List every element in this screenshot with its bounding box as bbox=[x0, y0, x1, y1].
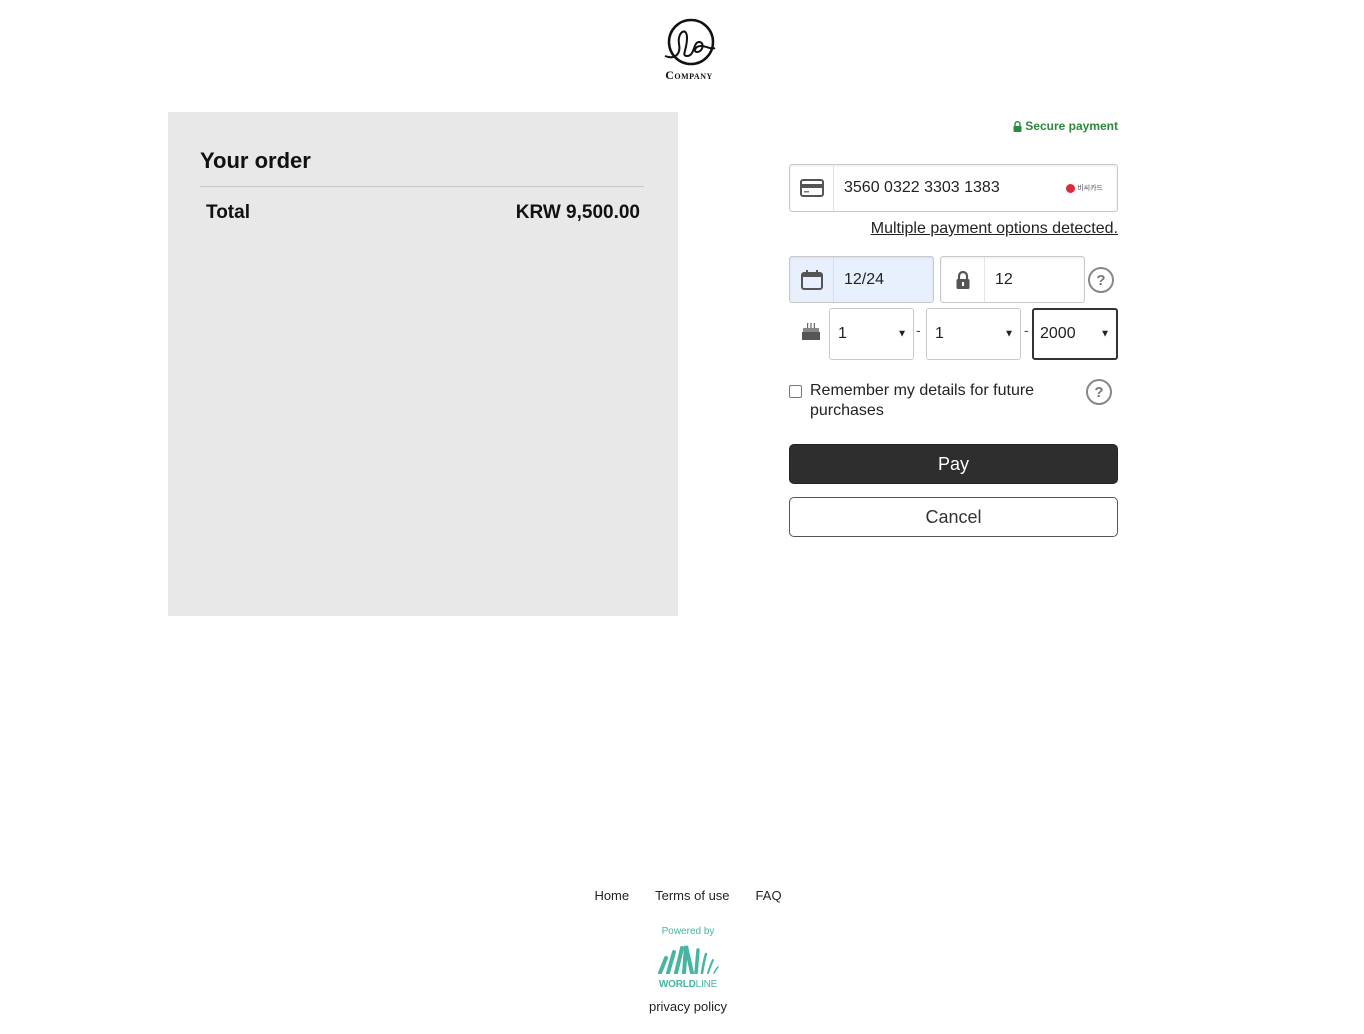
cvv-field[interactable]: 12 bbox=[940, 256, 1085, 303]
expiry-date-field[interactable]: 12/24 bbox=[789, 256, 934, 303]
company-logo: Company bbox=[648, 16, 730, 88]
lock-icon bbox=[1013, 120, 1022, 132]
birthday-cake-icon bbox=[801, 323, 821, 346]
cvv-input[interactable]: 12 bbox=[985, 271, 1084, 289]
credit-card-icon bbox=[790, 165, 834, 211]
dropdown-arrow-icon: ▼ bbox=[1004, 328, 1014, 340]
remember-details-option[interactable]: Remember my details for future purchases bbox=[789, 381, 1069, 421]
card-number-input[interactable]: 3560 0322 3303 1383 bbox=[834, 179, 1066, 197]
dropdown-arrow-icon: ▼ bbox=[897, 328, 907, 340]
footer-link-terms[interactable]: Terms of use bbox=[655, 888, 729, 903]
birth-month-select[interactable]: 1 ▼ bbox=[926, 308, 1021, 360]
birth-day-value: 1 bbox=[838, 325, 847, 342]
worldline-wordmark: WORLDLINE bbox=[654, 979, 722, 990]
worldline-logo: WORLDLINE bbox=[654, 944, 722, 990]
worldline-thin: LINE bbox=[695, 979, 718, 990]
expiry-date-input[interactable]: 12/24 bbox=[834, 271, 933, 289]
total-label: Total bbox=[206, 202, 250, 223]
powered-by-label: Powered by bbox=[661, 926, 715, 937]
secure-payment-badge: Secure payment bbox=[1013, 119, 1118, 133]
footer-link-faq[interactable]: FAQ bbox=[756, 888, 782, 903]
worldline-bold: WORLD bbox=[658, 979, 696, 990]
lock-icon bbox=[941, 257, 985, 302]
order-title: Your order bbox=[200, 148, 311, 173]
multiple-payment-options-link[interactable]: Multiple payment options detected. bbox=[871, 220, 1118, 238]
dropdown-arrow-icon: ▼ bbox=[1100, 328, 1110, 340]
remember-help-icon[interactable]: ? bbox=[1086, 379, 1112, 405]
birth-day-select[interactable]: 1 ▼ bbox=[829, 308, 914, 360]
remember-label: Remember my details for future purchases bbox=[810, 382, 1035, 419]
birth-year-select[interactable]: 2000 ▼ bbox=[1032, 308, 1118, 360]
secure-payment-label: Secure payment bbox=[1025, 119, 1118, 133]
footer-nav: Home Terms of use FAQ bbox=[0, 888, 1364, 903]
total-value: KRW 9,500.00 bbox=[515, 202, 640, 223]
order-summary-panel: Your order Total KRW 9,500.00 bbox=[168, 112, 678, 616]
order-divider bbox=[200, 186, 644, 187]
bc-card-logo-icon bbox=[1066, 183, 1076, 193]
company-name: Company bbox=[665, 68, 713, 82]
calendar-icon bbox=[790, 257, 834, 302]
privacy-policy-link[interactable]: privacy policy bbox=[0, 999, 1364, 1014]
card-brand-badge: 비씨카드 bbox=[1066, 183, 1117, 193]
birth-year-value: 2000 bbox=[1040, 325, 1076, 342]
date-separator: - bbox=[916, 322, 921, 338]
cancel-button[interactable]: Cancel bbox=[789, 497, 1118, 537]
birth-month-value: 1 bbox=[935, 325, 944, 342]
date-separator: - bbox=[1024, 322, 1029, 338]
company-swirl-icon bbox=[664, 18, 716, 66]
footer-link-home[interactable]: Home bbox=[594, 888, 629, 903]
pay-button[interactable]: Pay bbox=[789, 444, 1118, 484]
card-brand-label: 비씨카드 bbox=[1077, 185, 1103, 192]
card-number-field[interactable]: 3560 0322 3303 1383 비씨카드 bbox=[789, 164, 1118, 212]
worldline-arcs-icon bbox=[658, 945, 719, 975]
cvv-help-icon[interactable]: ? bbox=[1088, 267, 1114, 293]
remember-checkbox[interactable] bbox=[789, 385, 802, 398]
